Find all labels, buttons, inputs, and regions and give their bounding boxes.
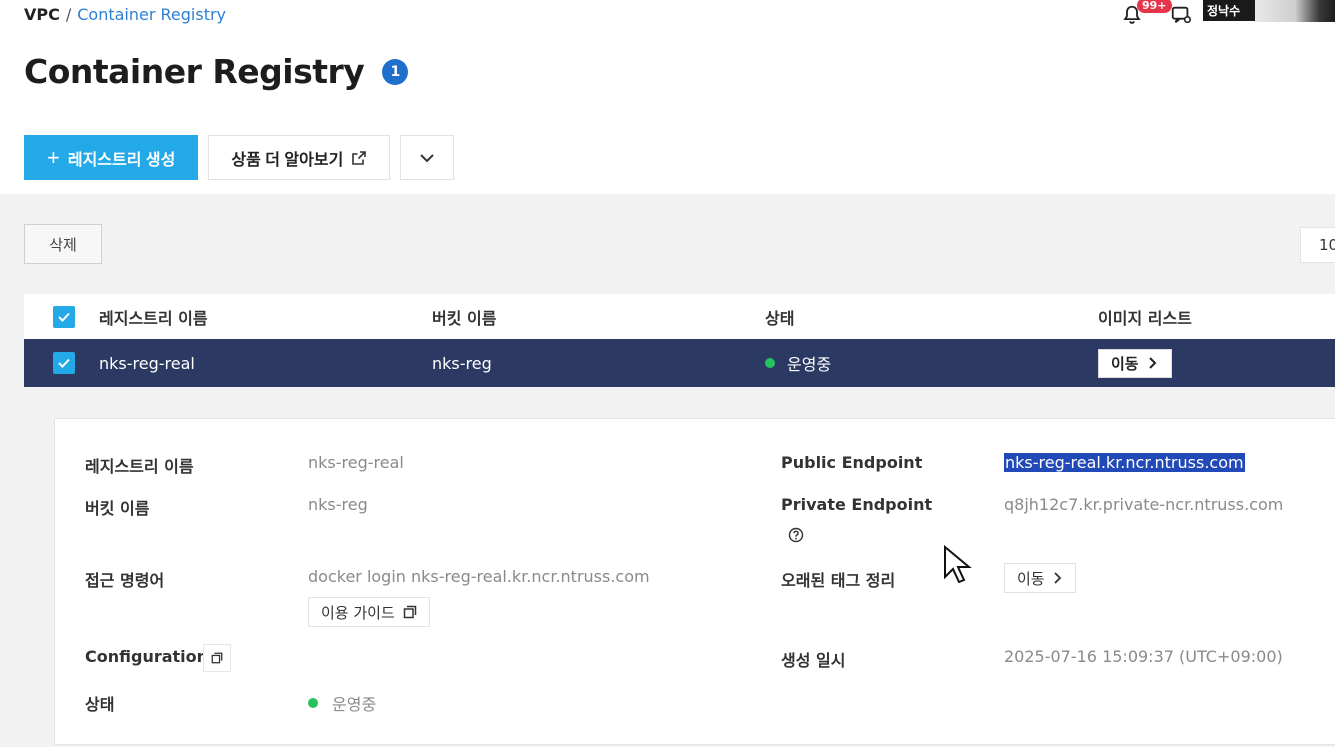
top-bar: VPC / Container Registry 99+ 정낙수 [0,0,1335,34]
mouse-cursor-icon [944,545,972,584]
old-tag-cleanup-move-label: 이동 [1017,569,1045,588]
select-all-checkbox[interactable] [53,305,75,328]
breadcrumb-current[interactable]: Container Registry [77,5,226,24]
breadcrumb: VPC / Container Registry [24,5,226,24]
learn-more-label: 상품 더 알아보기 [231,151,344,169]
help-icon [788,527,804,543]
create-registry-button[interactable]: + 레지스트리 생성 [24,135,199,180]
page-size-select[interactable]: 10 [1300,227,1335,263]
status-dot-icon [765,358,775,368]
row-registry-name: nks-reg-real [99,353,195,373]
content-area: 삭제 10 레지스트리 이름 버킷 이름 상태 이미지 리스트 nks-reg-… [0,194,1335,747]
detail-registry-name-label: 레지스트리 이름 [85,457,194,476]
detail-configuration-label: Configuration [85,647,209,666]
copy-icon [211,652,223,664]
registry-count-badge: 1 [382,58,409,85]
detail-bucket-name-label: 버킷 이름 [85,499,150,518]
detail-status-label: 상태 [85,695,115,714]
detail-old-tag-cleanup-label: 오래된 태그 정리 [781,571,896,590]
status-dot-icon [308,698,318,708]
video-thumbnail [1255,0,1335,22]
row-status-text: 운영중 [787,355,832,374]
row-bucket-name: nks-reg [432,353,492,373]
public-endpoint-selected-text: nks-reg-real.kr.ncr.ntruss.com [1004,453,1245,472]
header-image-list: 이미지 리스트 [1098,308,1192,328]
image-list-move-label: 이동 [1111,355,1139,373]
private-endpoint-help-button[interactable] [782,521,810,549]
detail-created-label: 생성 일시 [781,651,846,670]
detail-registry-name-value: nks-reg-real [308,453,404,472]
chevron-right-icon [1053,572,1061,584]
delete-button[interactable]: 삭제 [24,224,102,264]
detail-public-endpoint-value[interactable]: nks-reg-real.kr.ncr.ntruss.com [1004,453,1245,472]
detail-private-endpoint-label: Private Endpoint [781,495,933,514]
detail-private-endpoint-value: q8jh12c7.kr.private-ncr.ntruss.com [1004,495,1284,514]
registry-table: 레지스트리 이름 버킷 이름 상태 이미지 리스트 nks-reg-real n… [24,294,1335,387]
create-registry-label: 레지스트리 생성 [67,151,176,169]
usage-guide-button[interactable]: 이용 가이드 [308,597,430,627]
title-row: Container Registry 1 [24,52,409,91]
copy-icon [403,605,417,619]
detail-access-command-label: 접근 명령어 [85,571,165,590]
chevron-right-icon [1148,357,1157,369]
more-dropdown-button[interactable] [400,135,455,180]
check-icon [58,312,70,322]
external-link-icon [352,150,367,165]
chevron-down-icon [420,153,435,162]
table-header: 레지스트리 이름 버킷 이름 상태 이미지 리스트 [24,294,1335,339]
check-icon [58,358,70,368]
table-row[interactable]: nks-reg-real nks-reg 운영중 이동 [24,339,1335,387]
configuration-copy-button[interactable] [203,644,231,672]
detail-status: 운영중 [308,691,376,715]
user-name-chip[interactable]: 정낙수 [1203,0,1255,21]
registry-detail-panel: 레지스트리 이름 nks-reg-real 버킷 이름 nks-reg 접근 명… [54,418,1335,745]
page-title: Container Registry [24,52,365,91]
header-status: 상태 [765,308,795,328]
row-status: 운영중 [765,351,1098,375]
detail-public-endpoint-label: Public Endpoint [781,453,923,472]
old-tag-cleanup-move-button[interactable]: 이동 [1004,563,1076,593]
notification-badge: 99+ [1137,0,1172,13]
learn-more-button[interactable]: 상품 더 알아보기 [208,135,391,180]
breadcrumb-vpc[interactable]: VPC [24,5,60,24]
detail-created-value: 2025-07-16 15:09:37 (UTC+09:00) [1004,647,1283,666]
detail-bucket-name-value: nks-reg [308,495,368,514]
header-bucket-name: 버킷 이름 [432,308,497,328]
image-list-move-button[interactable]: 이동 [1098,348,1172,378]
row-checkbox[interactable] [53,352,75,374]
plus-icon: + [47,144,60,170]
usage-guide-label: 이용 가이드 [321,603,395,622]
detail-access-command-value: docker login nks-reg-real.kr.ncr.ntruss.… [308,567,650,586]
header-registry-name: 레지스트리 이름 [99,308,208,328]
chat-icon[interactable] [1170,4,1192,26]
action-bar: + 레지스트리 생성 상품 더 알아보기 [24,135,455,180]
detail-status-value: 운영중 [332,695,377,714]
breadcrumb-separator: / [65,5,72,24]
